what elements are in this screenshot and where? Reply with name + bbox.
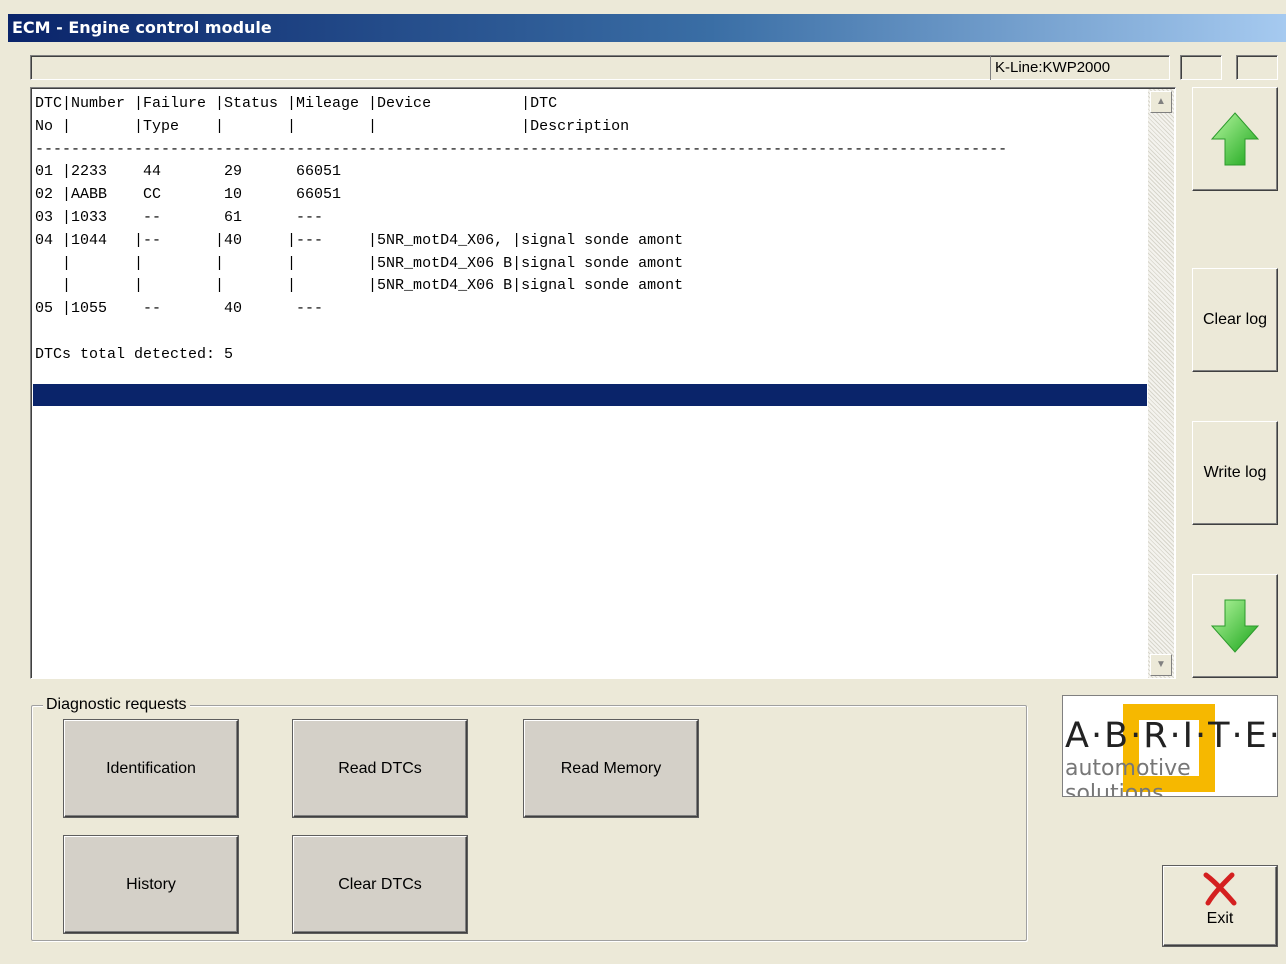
log-line: | | | | |5NR_motD4_X06 B|signal sonde am… [35, 277, 684, 295]
scroll-down-arrow-icon[interactable]: ▼ [1150, 654, 1172, 676]
scroll-up-arrow-icon[interactable]: ▲ [1150, 91, 1172, 113]
log-line: 05 |1055 -- 40 --- [35, 300, 324, 318]
identification-button[interactable]: Identification [64, 720, 238, 817]
status-indicator-2 [1236, 55, 1278, 80]
abrites-logo: A·B·R·I·T·E·S automotive solutions [1062, 695, 1278, 797]
log-line: 02 |AABB CC 10 66051 [35, 186, 342, 204]
window-title: ECM - Engine control module [8, 14, 1286, 42]
diagnostic-requests-label: Diagnostic requests [43, 696, 190, 714]
log-line: 03 |1033 -- 61 --- [35, 208, 324, 226]
logo-tagline: automotive solutions [1065, 756, 1191, 797]
clear-log-button[interactable]: Clear log [1192, 268, 1278, 372]
read-memory-button[interactable]: Read Memory [524, 720, 698, 817]
log-line: No | |Type | | | |Description [35, 117, 630, 135]
green-down-arrow-icon [1210, 599, 1260, 653]
exit-button[interactable]: Exit [1163, 866, 1277, 946]
log-line: 04 |1044 |-- |40 |--- |5NR_motD4_X06, |s… [35, 231, 684, 249]
log-line: DTC|Number |Failure |Status |Mileage |De… [35, 95, 558, 112]
logo-wordmark: A·B·R·I·T·E·S [1065, 716, 1277, 756]
clear-dtcs-button[interactable]: Clear DTCs [293, 836, 467, 933]
read-dtcs-button[interactable]: Read DTCs [293, 720, 467, 817]
status-indicator-1 [1180, 55, 1222, 80]
log-line: DTCs total detected: 5 [35, 345, 234, 363]
write-log-button[interactable]: Write log [1192, 421, 1278, 525]
history-button[interactable]: History [64, 836, 238, 933]
scroll-down-button[interactable] [1192, 574, 1278, 678]
selected-log-line[interactable] [33, 384, 1147, 406]
protocol-status: K-Line:KWP2000 [990, 55, 1170, 80]
scroll-up-button[interactable] [1192, 87, 1278, 191]
log-scrollbar[interactable]: ▲ ▼ [1148, 89, 1174, 678]
green-up-arrow-icon [1210, 112, 1260, 166]
dtc-log-panel[interactable]: DTC|Number |Failure |Status |Mileage |De… [30, 87, 1176, 679]
dtc-log-text: DTC|Number |Failure |Status |Mileage |De… [35, 93, 1007, 367]
red-x-icon [1203, 872, 1237, 906]
exit-label: Exit [1206, 910, 1234, 927]
log-line: 01 |2233 44 29 66051 [35, 163, 342, 181]
log-line: ----------------------------------------… [35, 140, 1008, 158]
log-line: | | | | |5NR_motD4_X06 B|signal sonde am… [35, 254, 684, 272]
